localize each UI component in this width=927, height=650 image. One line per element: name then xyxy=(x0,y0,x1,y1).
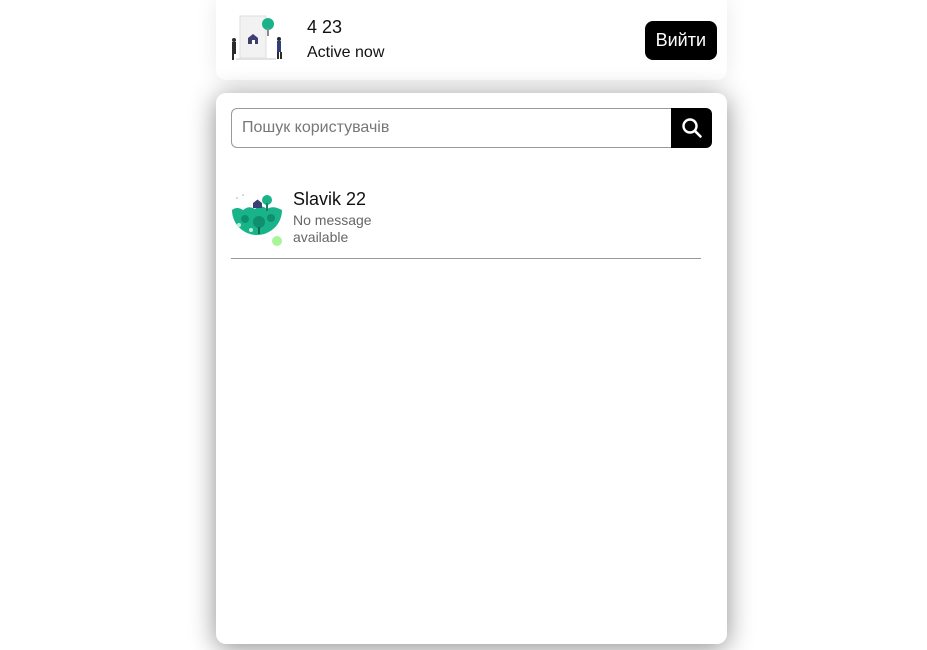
people-building-illustration-icon xyxy=(228,12,286,64)
header-card: 4 23 Active now Вийти xyxy=(216,0,727,80)
last-message: No message available xyxy=(293,212,372,245)
forest-illustration-icon xyxy=(231,192,283,240)
search-icon xyxy=(681,118,702,138)
user-name: Slavik 22 xyxy=(293,189,367,209)
search-button[interactable] xyxy=(671,108,712,148)
logout-button[interactable]: Вийти xyxy=(644,21,717,60)
current-user-name: 4 23 xyxy=(307,17,343,37)
search-input[interactable] xyxy=(231,108,671,148)
search-bar xyxy=(231,108,712,148)
online-status-dot xyxy=(272,236,282,246)
users-panel: Slavik 22 No message available xyxy=(216,93,727,644)
current-user-status: Active now xyxy=(307,44,385,61)
user-list-item[interactable]: Slavik 22 No message available xyxy=(231,184,701,259)
